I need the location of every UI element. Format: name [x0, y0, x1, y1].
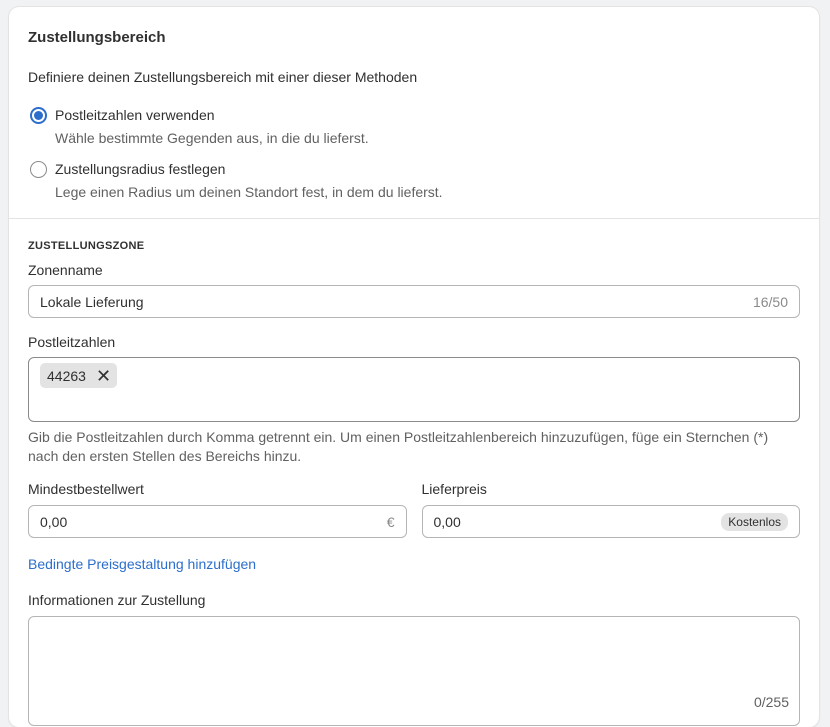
- postal-codes-label: Postleitzahlen: [28, 334, 116, 350]
- delivery-price-field: Lieferpreis 0,00 Kostenlos: [421, 481, 800, 538]
- method-intro: Definiere deinen Zustellungsbereich mit …: [28, 69, 418, 85]
- min-order-value: 0,00: [40, 513, 68, 530]
- delivery-zone-section: ZUSTELLUNGSZONE Zonenname Lokale Lieferu…: [9, 219, 819, 726]
- postal-code-tag: 44263 ✕: [40, 363, 118, 388]
- option-radius-help: Lege einen Radius um deinen Standort fes…: [55, 184, 443, 200]
- delivery-settings-card: Zustellungsbereich Definiere deinen Zust…: [9, 7, 819, 727]
- zone-name-counter: 16/50: [752, 293, 788, 310]
- delivery-info-counter: 0/255: [753, 694, 789, 710]
- option-postal-codes[interactable]: Postleitzahlen verwenden: [28, 106, 800, 124]
- option-radius-label: Zustellungsradius festlegen: [55, 161, 226, 177]
- delivery-price-label: Lieferpreis: [421, 481, 487, 497]
- card-title: Zustellungsbereich: [28, 29, 166, 46]
- postal-codes-input[interactable]: 44263 ✕: [28, 357, 800, 422]
- option-radius[interactable]: Zustellungsradius festlegen: [28, 160, 800, 178]
- delivery-price-value: 0,00: [433, 513, 461, 530]
- option-postal-codes-label: Postleitzahlen verwenden: [55, 107, 215, 123]
- free-badge: Kostenlos: [721, 512, 788, 531]
- option-postal-codes-help: Wähle bestimmte Gegenden aus, in die du …: [55, 130, 369, 146]
- min-order-label: Mindestbestellwert: [28, 481, 144, 497]
- radio-postal-codes[interactable]: [30, 106, 47, 124]
- delivery-area-section: Zustellungsbereich Definiere deinen Zust…: [9, 7, 819, 219]
- min-order-field: Mindestbestellwert 0,00 €: [28, 481, 407, 538]
- delivery-info-textarea[interactable]: 0/255: [28, 616, 800, 726]
- zone-name-label: Zonenname: [28, 262, 103, 278]
- postal-codes-help: Gib die Postleitzahlen durch Komma getre…: [28, 429, 769, 464]
- min-order-input[interactable]: 0,00 €: [28, 505, 407, 538]
- postal-code-tag-label: 44263: [47, 367, 86, 384]
- zone-name-input[interactable]: Lokale Lieferung 16/50: [28, 285, 800, 318]
- zone-heading: ZUSTELLUNGSZONE: [28, 240, 145, 252]
- zone-name-value: Lokale Lieferung: [40, 293, 144, 310]
- delivery-price-input[interactable]: 0,00 Kostenlos: [421, 505, 800, 538]
- delivery-info-label: Informationen zur Zustellung: [28, 592, 206, 608]
- euro-suffix: €: [386, 513, 395, 530]
- add-conditional-pricing-link[interactable]: Bedingte Preisgestaltung hinzufügen: [28, 556, 256, 573]
- price-row: Mindestbestellwert 0,00 € Lieferpreis 0,…: [28, 481, 800, 538]
- radio-radius[interactable]: [30, 160, 47, 178]
- close-icon[interactable]: ✕: [96, 367, 111, 385]
